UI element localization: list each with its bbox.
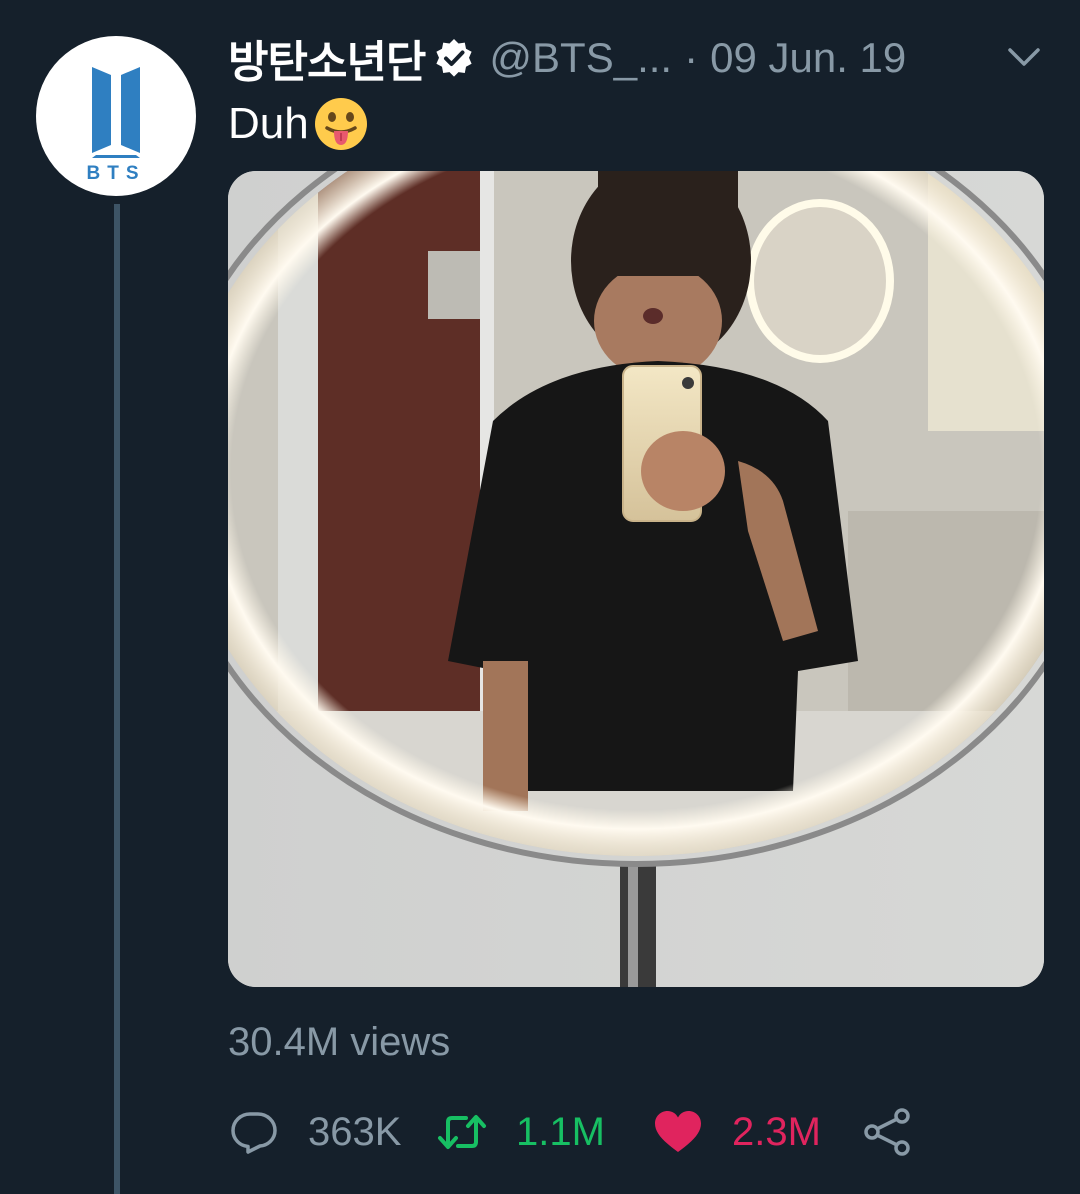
heart-icon (652, 1106, 704, 1158)
reply-count: 363K (308, 1109, 402, 1154)
avatar-logo-text: BTS (87, 163, 146, 184)
share-icon (862, 1106, 914, 1158)
retweet-count: 1.1M (516, 1109, 605, 1154)
display-name[interactable]: 방탄소년단 (228, 26, 426, 90)
video-frame (228, 171, 1044, 987)
separator-dot: · (684, 34, 699, 81)
chevron-down-icon[interactable] (1002, 38, 1046, 78)
bts-logo-icon: BTS (87, 67, 146, 184)
handle[interactable]: @BTS_... (489, 34, 672, 82)
tongue-emoji (313, 96, 369, 152)
avatar[interactable]: BTS (36, 36, 196, 196)
like-count: 2.3M (732, 1109, 821, 1154)
reply-button[interactable]: 363K (228, 1100, 436, 1164)
share-button[interactable] (862, 1100, 914, 1164)
retweet-icon (436, 1106, 488, 1158)
tweet: BTS 방탄소년단 @BTS_... · 09 Jun. 19 Duh 30.4… (0, 0, 1080, 1194)
tweet-text: Duh (228, 96, 369, 152)
like-button[interactable]: 2.3M (652, 1100, 862, 1164)
tweet-date[interactable]: 09 Jun. 19 (710, 34, 906, 82)
reply-icon (228, 1106, 280, 1158)
tweet-actions: 363K 1.1M 2.3M (228, 1100, 914, 1164)
tweet-video[interactable] (228, 171, 1044, 987)
retweet-button[interactable]: 1.1M (436, 1100, 652, 1164)
verified-badge-icon (433, 37, 475, 79)
thread-line (114, 204, 120, 1194)
view-count: 30.4M views (228, 1020, 451, 1064)
tweet-text-content: Duh (228, 99, 309, 148)
tweet-header: 방탄소년단 @BTS_... · 09 Jun. 19 (228, 28, 1058, 88)
